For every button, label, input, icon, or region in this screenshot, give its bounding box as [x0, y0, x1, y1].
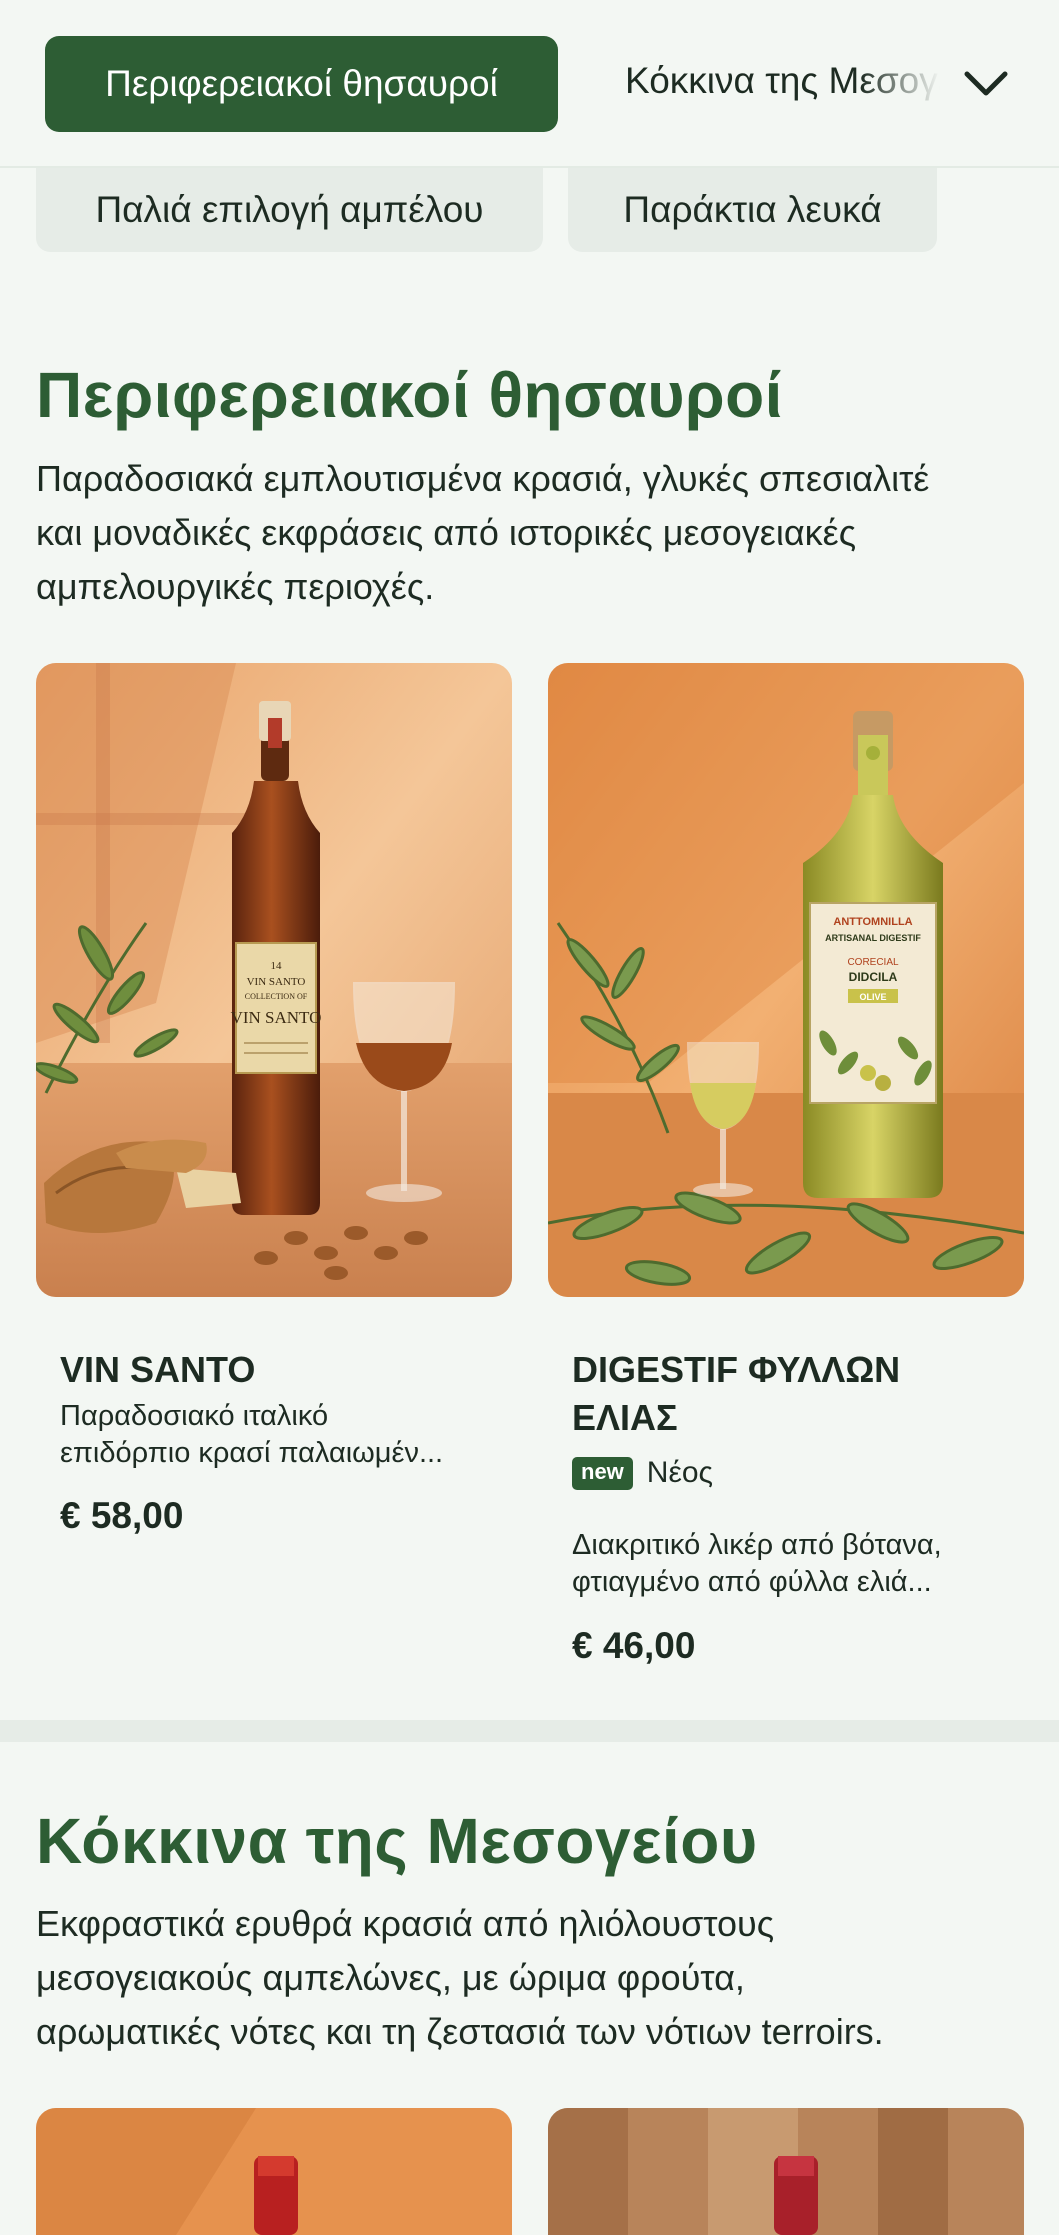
new-badge-row: new Νέος: [572, 1456, 713, 1490]
svg-text:ANTTOMNILLA: ANTTOMNILLA: [833, 916, 912, 928]
product-listing-page: Περιφερειακοί θησαυροί Κόκκινα της Μεσογ…: [0, 0, 1059, 2235]
svg-text:14: 14: [271, 960, 283, 972]
product-image[interactable]: [36, 2108, 512, 2235]
product-image[interactable]: [548, 2108, 1024, 2235]
product-name: VIN SANTO: [60, 1349, 256, 1390]
section-title: Κόκκινα της Μεσογείου: [36, 1805, 758, 1877]
product-name-line: DIGESTIF ΦΥΛΛΩΝ: [572, 1349, 901, 1390]
chevron-down-icon[interactable]: [958, 56, 1014, 112]
svg-text:ARTISANAL DIGESTIF: ARTISANAL DIGESTIF: [825, 933, 921, 943]
description-line: αρωματικές νότες και τη ζεστασιά των νότ…: [36, 2011, 884, 2052]
description-line: επιδόρπιο κρασί παλαιωμέν...: [60, 1437, 444, 1469]
description-line: Παραδοσιακό ιταλικό: [60, 1400, 329, 1432]
description-line: Διακριτικό λικέρ από βότανα,: [572, 1529, 942, 1561]
svg-text:DIDCILA: DIDCILA: [849, 970, 898, 984]
product-image[interactable]: 14 VIN SANTO COLLECTION OF VIN SANTO: [36, 663, 512, 1297]
description-line: Εκφραστικά ερυθρά κρασιά από ηλιόλουστου…: [36, 1903, 775, 1944]
svg-text:COLLECTION OF: COLLECTION OF: [245, 992, 308, 1001]
product-price: € 46,00: [572, 1625, 696, 1666]
category-tab-regional-treasures[interactable]: Περιφερειακοί θησαυροί: [45, 36, 558, 132]
category-tab-label: Κόκκινα της Μεσογείου: [625, 60, 940, 101]
subcategory-coastal-whites[interactable]: Παράκτια λευκά: [568, 154, 937, 252]
section-divider: [0, 1720, 1059, 1742]
new-badge: new: [572, 1456, 633, 1490]
subcategory-label: Παράκτια λευκά: [623, 189, 882, 230]
category-tab-label: Περιφερειακοί θησαυροί: [105, 63, 498, 104]
section-description: Παραδοσιακά εμπλουτισμένα κρασιά, γλυκές…: [36, 452, 1036, 614]
description-line: φτιαγμένο από φύλλα ελιά...: [572, 1566, 932, 1598]
new-badge-label: Νέος: [646, 1456, 713, 1489]
product-card-partial[interactable]: [36, 2108, 512, 2235]
section-title: Περιφερειακοί θησαυροί: [36, 359, 783, 431]
category-tab-mediterranean-reds[interactable]: Κόκκινα της Μεσογείου: [625, 60, 940, 108]
product-card-vin-santo[interactable]: 14 VIN SANTO COLLECTION OF VIN SANTO VIN…: [36, 663, 512, 1563]
description-line: και μοναδικές εκφράσεις από ιστορικές με…: [36, 512, 857, 553]
subcategory-label: Παλιά επιλογή αμπέλου: [95, 189, 484, 230]
category-nav-bar: Περιφερειακοί θησαυροί Κόκκινα της Μεσογ…: [0, 0, 1059, 168]
product-description: Διακριτικό λικέρ από βότανα, φτιαγμένο α…: [572, 1527, 1012, 1601]
product-name-line: ΕΛΙΑΣ: [572, 1397, 678, 1438]
svg-text:CORECIAL: CORECIAL: [847, 957, 899, 968]
svg-text:VIN SANTO: VIN SANTO: [247, 976, 306, 988]
description-line: αμπελουργικές περιοχές.: [36, 566, 435, 607]
svg-text:OLIVE: OLIVE: [859, 992, 886, 1002]
product-price: € 58,00: [60, 1495, 184, 1536]
svg-text:VIN SANTO: VIN SANTO: [231, 1008, 322, 1027]
description-line: μεσογειακούς αμπελώνες, με ώριμα φρούτα,: [36, 1957, 745, 1998]
subcategory-old-vine[interactable]: Παλιά επιλογή αμπέλου: [36, 154, 543, 252]
description-line: Παραδοσιακά εμπλουτισμένα κρασιά, γλυκές…: [36, 458, 930, 499]
product-name: DIGESTIF ΦΥΛΛΩΝ ΕΛΙΑΣ: [572, 1346, 1012, 1442]
product-description: Παραδοσιακό ιταλικό επιδόρπιο κρασί παλα…: [60, 1398, 500, 1472]
product-image[interactable]: ANTTOMNILLA ARTISANAL DIGESTIF CORECIAL …: [548, 663, 1024, 1297]
product-card-partial[interactable]: [548, 2108, 1024, 2235]
section-description: Εκφραστικά ερυθρά κρασιά από ηλιόλουστου…: [36, 1897, 1036, 2059]
product-card-olive-leaf-digestif[interactable]: ANTTOMNILLA ARTISANAL DIGESTIF CORECIAL …: [548, 663, 1024, 1703]
